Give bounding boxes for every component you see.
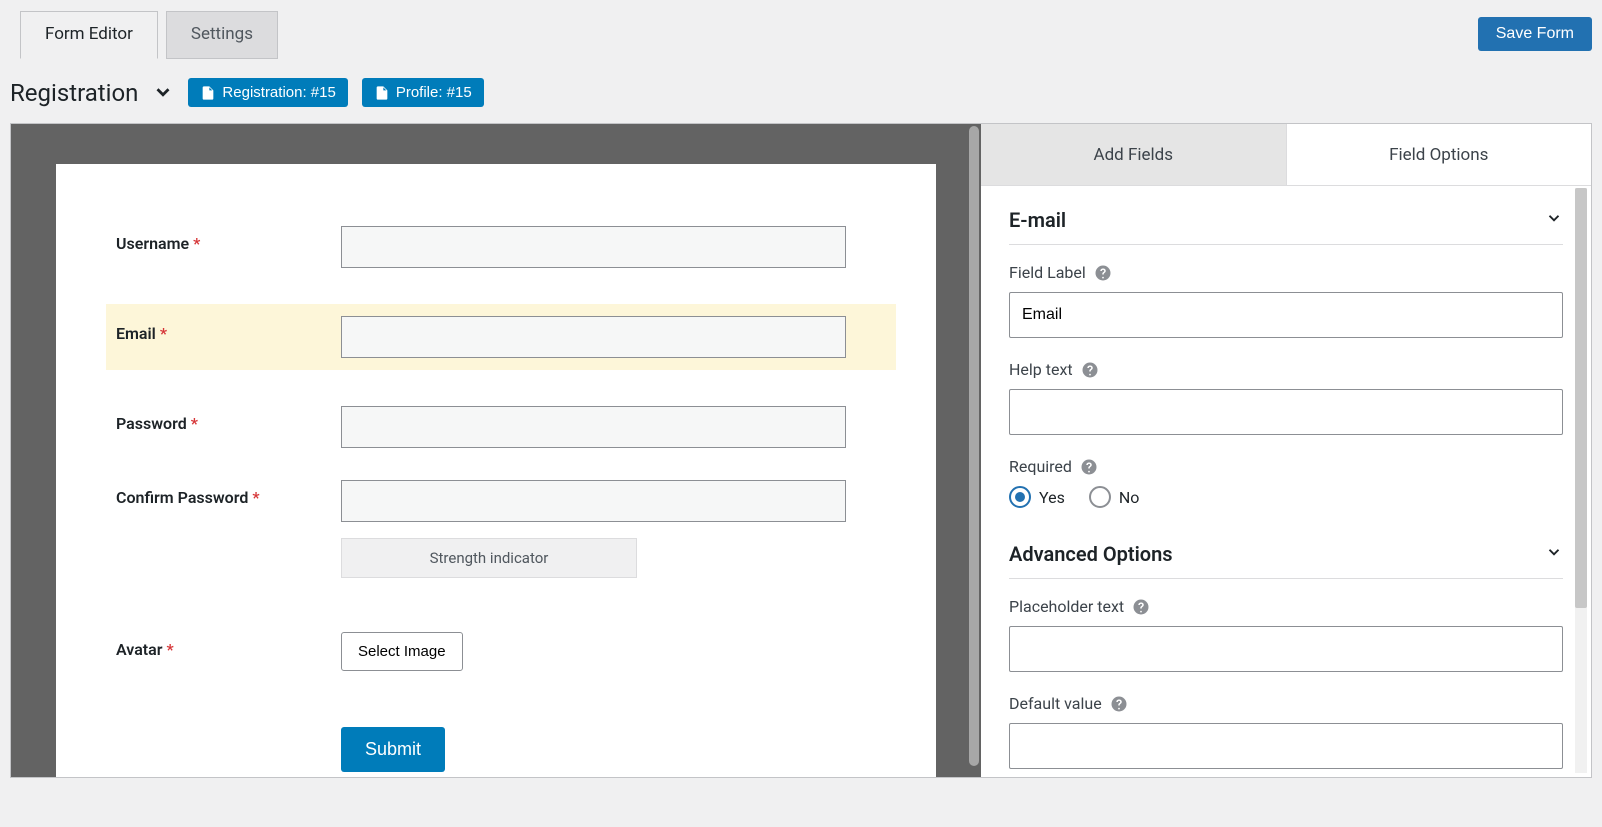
required-no-label: No [1119, 488, 1140, 507]
required-star: * [167, 640, 174, 659]
help-text-input[interactable] [1009, 389, 1563, 435]
form-preview-panel: Username * Email * [11, 124, 981, 777]
chevron-down-icon[interactable] [152, 81, 174, 107]
help-text-label: Help text [1009, 360, 1073, 379]
placeholder-text-label: Placeholder text [1009, 597, 1124, 616]
required-label: Required [1009, 457, 1072, 476]
email-input[interactable] [341, 316, 846, 358]
help-icon[interactable] [1094, 264, 1112, 282]
help-icon[interactable] [1080, 458, 1098, 476]
avatar-label: Avatar [116, 640, 163, 659]
help-icon[interactable] [1081, 361, 1099, 379]
document-icon [374, 85, 390, 101]
registration-badge-label: Registration: #15 [222, 84, 335, 101]
password-input[interactable] [341, 406, 846, 448]
required-star: * [191, 414, 198, 433]
registration-badge-button[interactable]: Registration: #15 [188, 78, 347, 107]
required-yes-radio[interactable]: Yes [1009, 486, 1065, 508]
required-star: * [252, 488, 259, 507]
placeholder-text-input[interactable] [1009, 626, 1563, 672]
username-label: Username [116, 234, 189, 253]
section-email-header[interactable]: E-mail [1009, 196, 1563, 245]
field-label-label: Field Label [1009, 263, 1086, 282]
main-tabs: Form Editor Settings [10, 10, 278, 58]
field-email[interactable]: Email * [106, 304, 896, 370]
tab-field-options[interactable]: Field Options [1287, 124, 1592, 185]
page-title: Registration [10, 79, 138, 107]
field-username[interactable]: Username * [106, 214, 896, 280]
field-label-input[interactable] [1009, 292, 1563, 338]
strength-indicator: Strength indicator [341, 538, 637, 578]
tab-settings[interactable]: Settings [166, 11, 278, 59]
field-confirm-password[interactable]: Confirm Password * Strength indicator [106, 468, 896, 590]
select-image-button[interactable]: Select Image [341, 632, 463, 671]
required-star: * [193, 234, 200, 253]
section-advanced-header[interactable]: Advanced Options [1009, 530, 1563, 579]
section-advanced-title: Advanced Options [1009, 542, 1173, 566]
document-icon [200, 85, 216, 101]
field-password[interactable]: Password * [106, 394, 896, 460]
sidebar-panel: Add Fields Field Options E-mail Field La… [981, 124, 1591, 777]
password-label: Password [116, 414, 187, 433]
chevron-down-icon [1545, 543, 1563, 565]
help-icon[interactable] [1110, 695, 1128, 713]
field-avatar[interactable]: Avatar * Select Image [106, 620, 896, 683]
profile-badge-button[interactable]: Profile: #15 [362, 78, 484, 107]
scrollbar-thumb[interactable] [1575, 188, 1587, 608]
default-value-input[interactable] [1009, 723, 1563, 769]
confirm-password-label: Confirm Password [116, 488, 248, 507]
submit-button[interactable]: Submit [341, 727, 445, 772]
scrollbar-thumb[interactable] [969, 126, 979, 766]
profile-badge-label: Profile: #15 [396, 84, 472, 101]
save-form-button[interactable]: Save Form [1478, 17, 1592, 51]
required-yes-label: Yes [1039, 488, 1065, 507]
confirm-password-input[interactable] [341, 480, 846, 522]
section-email-title: E-mail [1009, 208, 1066, 232]
tab-form-editor[interactable]: Form Editor [20, 11, 158, 59]
required-no-radio[interactable]: No [1089, 486, 1140, 508]
default-value-label: Default value [1009, 694, 1102, 713]
email-label: Email [116, 324, 156, 343]
help-icon[interactable] [1132, 598, 1150, 616]
scrollbar-track[interactable] [1575, 188, 1587, 773]
tab-add-fields[interactable]: Add Fields [981, 124, 1287, 185]
chevron-down-icon [1545, 209, 1563, 231]
required-star: * [160, 324, 167, 343]
username-input[interactable] [341, 226, 846, 268]
